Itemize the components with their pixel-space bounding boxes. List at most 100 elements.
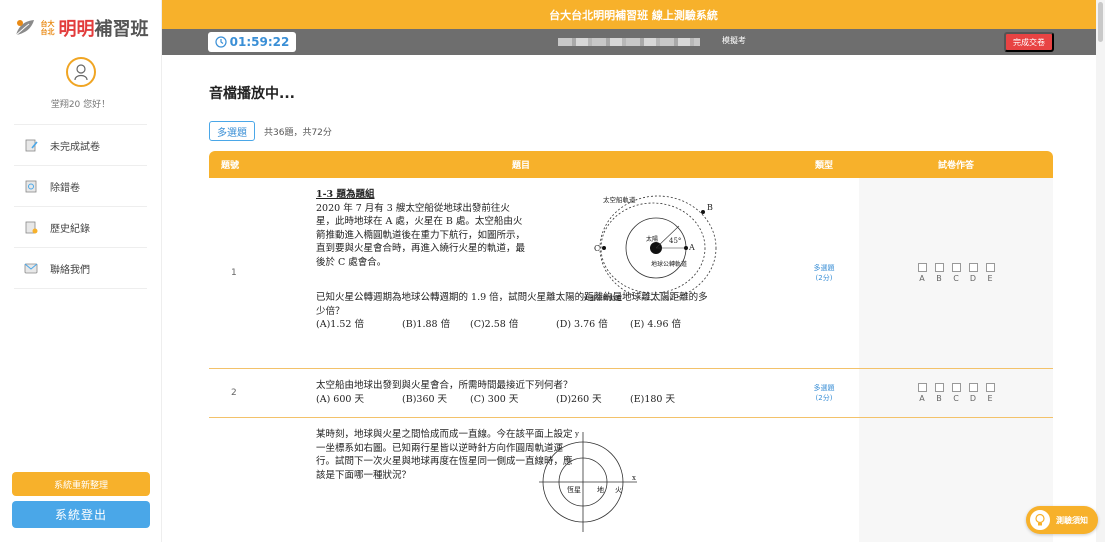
sidebar-item-contact[interactable]: 聯絡我們 <box>14 248 147 289</box>
label-sun: 太陽 <box>646 235 658 243</box>
system-refresh-button[interactable]: 系統重新整理 <box>12 472 150 496</box>
timer-value: 01:59:22 <box>229 35 290 49</box>
score-label: (2分) <box>815 274 833 282</box>
option-letter: C <box>953 394 959 403</box>
option-d-checkbox[interactable]: D <box>968 383 978 403</box>
sidebar-item-error[interactable]: 除錯卷 <box>14 166 147 207</box>
coordinate-orbit-diagram: y x 恆星 地 火 <box>539 430 637 532</box>
question-number: 1 <box>231 268 237 278</box>
label-mars: 火 <box>615 486 622 494</box>
label-mars-orbit: 火星公轉軌道 <box>583 293 623 302</box>
option-c-checkbox[interactable]: C <box>951 383 961 403</box>
choice-e: (E)180 天 <box>630 393 675 405</box>
exam-notice-button[interactable]: 測驗須知 <box>1026 506 1098 534</box>
option-letter: E <box>987 274 993 283</box>
option-d-checkbox[interactable]: D <box>968 263 978 283</box>
option-letter: A <box>919 394 925 403</box>
choice-b: (B)1.88 倍 <box>402 319 451 330</box>
option-e-checkbox[interactable]: E <box>985 263 995 283</box>
orbit-diagram: 太空船軌道 太陽 地球公轉軌道 火星公轉軌道 45° A B C <box>583 195 717 302</box>
history-doc-icon <box>24 220 38 234</box>
table-header: 題號 題目 類型 試卷作答 <box>209 151 1053 178</box>
option-a-checkbox[interactable]: A <box>917 263 927 283</box>
exam-name: 模擬考 <box>722 36 746 45</box>
sidebar-item-incomplete[interactable]: 未完成試卷 <box>14 125 147 166</box>
label-C: C <box>594 244 600 253</box>
error-doc-icon <box>24 179 38 193</box>
option-letter: A <box>919 274 925 283</box>
blurred-student-name <box>558 38 700 46</box>
question-text: 太空船由地球出發到與火星會合，所需時間最接近下列何者？ <box>316 380 573 391</box>
type-label: 多選題 <box>813 264 835 272</box>
question-count: 共36題，共72分 <box>264 128 332 138</box>
question-table: 題號 題目 類型 試卷作答 1 1-3 題為題組 2020 年 7 月有 3 艘… <box>209 151 1053 542</box>
option-letter: D <box>969 394 977 403</box>
logout-button[interactable]: 系統登出 <box>12 501 150 528</box>
choice-d: (D)260 天 <box>556 393 602 405</box>
option-b-checkbox[interactable]: B <box>934 383 944 403</box>
question-number: 2 <box>231 388 237 398</box>
question-type: 多選題 (2分) <box>789 178 859 368</box>
choice-list: (A)1.52 倍 (B)1.88 倍 (C)2.58 倍 (D) 3.76 倍… <box>316 318 789 332</box>
sidebar-item-label: 聯絡我們 <box>50 264 90 276</box>
table-row: 1 1-3 題為題組 2020 年 7 月有 3 艘太空船從地球出發前往火星，此… <box>209 178 1053 369</box>
logo-leaf-icon <box>15 19 34 35</box>
table-row: 2 太空船由地球出發到與火星會合，所需時間最接近下列何者？ (A) 600 天 … <box>209 369 1053 418</box>
column-header-num: 題號 <box>221 161 240 171</box>
submit-exam-button[interactable]: 完成交卷 <box>1004 32 1054 52</box>
option-letter: B <box>936 394 942 403</box>
choice-d: (D) 3.76 倍 <box>556 319 608 330</box>
app-title: 台大台北明明補習班 線上測驗系統 <box>549 8 718 22</box>
answer-options: A B C D E <box>859 178 1053 368</box>
label-star: 恆星 <box>567 485 581 494</box>
app-title-bar: 台大台北明明補習班 線上測驗系統 <box>162 0 1105 29</box>
greeting: 堂翔20 您好！ <box>50 100 111 110</box>
choice-a: (A) 600 天 <box>316 393 364 405</box>
avatar <box>65 57 96 87</box>
column-header-answer: 試卷作答 <box>937 161 974 171</box>
question-stem: 2020 年 7 月有 3 艘太空船從地球出發前往火星，此時地球在 A 處，火星… <box>316 202 526 268</box>
question-type: 多選題 (2分) <box>789 369 859 417</box>
label-A: A <box>688 243 695 252</box>
option-letter: D <box>969 274 977 283</box>
choice-c: (C) 300 天 <box>470 393 519 405</box>
column-header-question: 題目 <box>511 161 530 171</box>
question-content: 太空船由地球出發到與火星會合，所需時間最接近下列何者？ (A) 600 天 (B… <box>253 369 789 417</box>
countdown-timer: 01:59:22 <box>208 32 296 52</box>
choice-c: (C)2.58 倍 <box>470 319 519 330</box>
logo-small-bottom: 台北 <box>40 27 55 36</box>
answer-options: A B C D E <box>859 369 1053 417</box>
lightbulb-icon <box>1028 508 1052 532</box>
sidebar: 台大 台北 明明補習班 堂翔20 您好！ 未完成試卷 除錯卷 歷史紀錄 聯絡我們… <box>0 0 162 542</box>
sidebar-item-label: 歷史紀錄 <box>50 223 90 235</box>
score-label: (2分) <box>815 394 833 402</box>
sidebar-menu: 未完成試卷 除錯卷 歷史紀錄 聯絡我們 <box>14 124 147 289</box>
choice-a: (A)1.52 倍 <box>316 319 364 330</box>
option-a-checkbox[interactable]: A <box>917 383 927 403</box>
choice-e: (E) 4.96 倍 <box>630 319 682 330</box>
type-label: 多選題 <box>813 384 835 392</box>
logo: 台大 台北 明明補習班 <box>0 0 161 55</box>
logo-small-top: 台大 <box>40 19 55 28</box>
label-B: B <box>707 203 713 212</box>
label-earth: 地 <box>597 485 604 494</box>
question-content: 1-3 題為題組 2020 年 7 月有 3 艘太空船從地球出發前往火星，此時地… <box>253 178 789 368</box>
page-scrollbar[interactable] <box>1096 0 1105 542</box>
sidebar-item-history[interactable]: 歷史紀錄 <box>14 207 147 248</box>
group-title: 1-3 題為題組 <box>316 189 375 200</box>
label-earth-orbit: 地球公轉軌道 <box>651 260 687 268</box>
axis-y-label: y <box>574 430 579 438</box>
tab-multiple-choice[interactable]: 多選題 <box>209 121 255 141</box>
clock-icon <box>215 36 227 48</box>
option-c-checkbox[interactable]: C <box>951 263 961 283</box>
contact-icon <box>24 261 38 275</box>
answer-options <box>859 418 1053 542</box>
scrollbar-thumb[interactable] <box>1098 2 1103 42</box>
choice-b: (B)360 天 <box>402 393 448 405</box>
option-b-checkbox[interactable]: B <box>934 263 944 283</box>
label-ship-orbit: 太空船軌道 <box>603 195 636 204</box>
option-e-checkbox[interactable]: E <box>985 383 995 403</box>
column-header-type: 類型 <box>814 161 833 171</box>
label-angle: 45° <box>669 237 681 245</box>
logo-name-red: 明明 <box>58 18 95 40</box>
